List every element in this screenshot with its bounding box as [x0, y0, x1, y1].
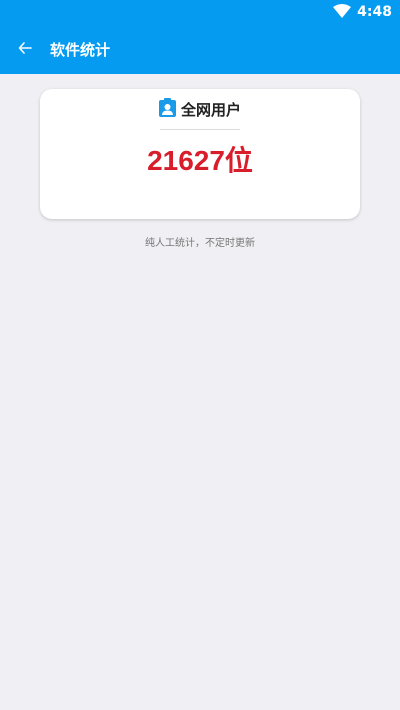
status-time: 4:48: [357, 4, 392, 20]
back-button[interactable]: [0, 24, 50, 74]
wifi-icon: [333, 3, 352, 22]
user-count: 21627位: [147, 145, 253, 176]
app-bar: 软件统计: [0, 24, 400, 74]
footer-note: 纯人工统计，不定时更新: [145, 238, 255, 249]
status-bar: 4:48: [0, 0, 400, 24]
card-title: 全网用户: [180, 100, 241, 119]
back-arrow-icon: [18, 40, 32, 59]
card-divider: [160, 129, 240, 130]
page-title: 软件统计: [50, 40, 111, 59]
user-badge-icon: [158, 97, 176, 121]
user-stats-card: 全网用户 21627位: [40, 89, 360, 219]
card-header: 全网用户: [40, 97, 360, 121]
